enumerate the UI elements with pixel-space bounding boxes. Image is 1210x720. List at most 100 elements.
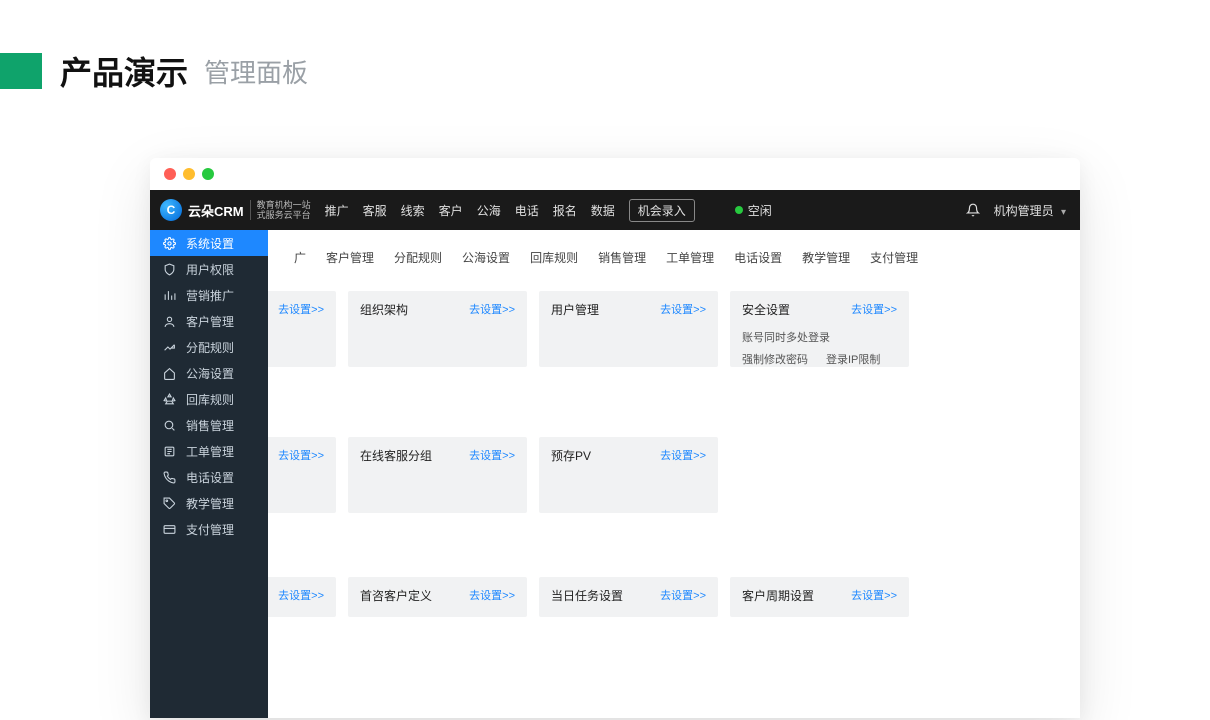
go-link[interactable]: 去设置>> — [469, 301, 515, 317]
topnav-item-2[interactable]: 线索 — [401, 202, 425, 219]
go-link[interactable]: 去设置>> — [660, 447, 706, 463]
go-link[interactable]: 去设置>> — [278, 587, 324, 603]
go-link[interactable]: 去设置>> — [660, 587, 706, 603]
tab-8[interactable]: 支付管理 — [860, 242, 928, 273]
sidebar-item-system-settings[interactable]: 系统设置 — [150, 230, 268, 256]
sidebar-item-ticket[interactable]: 工单管理 — [150, 438, 268, 464]
topbar: C 云朵CRM 教育机构一站 式服务云平台 推广 客服 线索 客户 公海 电话 … — [150, 190, 1080, 230]
tab-5[interactable]: 工单管理 — [656, 242, 724, 273]
topnav-item-4[interactable]: 公海 — [477, 202, 501, 219]
app-window: C 云朵CRM 教育机构一站 式服务云平台 推广 客服 线索 客户 公海 电话 … — [150, 158, 1080, 718]
card-r3-c1[interactable]: 首咨客户定义 去设置>> — [348, 577, 527, 617]
go-link[interactable]: 去设置>> — [660, 301, 706, 317]
card-title: 客户周期设置 — [742, 589, 814, 603]
content: 广 客户管理 分配规则 公海设置 回库规则 销售管理 工单管理 电话设置 教学管… — [150, 230, 1080, 718]
sub-2[interactable]: 登录IP限制 — [826, 351, 880, 367]
topnav-item-5[interactable]: 电话 — [515, 202, 539, 219]
page-title-main: 产品演示 — [60, 48, 188, 94]
sidebar-item-user-perm[interactable]: 用户权限 — [150, 256, 268, 282]
card-title: 当日任务设置 — [551, 589, 623, 603]
settings-icon — [162, 236, 176, 250]
accent-block — [0, 53, 42, 89]
tab-2[interactable]: 公海设置 — [452, 242, 520, 273]
sidebar-item-return-rule[interactable]: 回库规则 — [150, 386, 268, 412]
sidebar-label: 电话设置 — [186, 469, 234, 486]
shield-icon — [162, 262, 176, 276]
chevron-down-icon: ▾ — [1061, 207, 1066, 218]
sidebar-label: 销售管理 — [186, 417, 234, 434]
sidebar-label: 用户权限 — [186, 261, 234, 278]
tab-3[interactable]: 回库规则 — [520, 242, 588, 273]
maximize-dot[interactable] — [202, 168, 214, 180]
topnav-item-3[interactable]: 客户 — [439, 202, 463, 219]
tab-4[interactable]: 销售管理 — [588, 242, 656, 273]
user-menu[interactable]: 机构管理员 ▾ — [994, 202, 1066, 219]
brand-name: 云朵CRM — [188, 201, 244, 220]
close-dot[interactable] — [164, 168, 176, 180]
user-icon — [162, 314, 176, 328]
phone-icon — [162, 470, 176, 484]
go-link[interactable]: 去设置>> — [851, 301, 897, 317]
topnav-item-1[interactable]: 客服 — [363, 202, 387, 219]
topnav-item-6[interactable]: 报名 — [553, 202, 577, 219]
sidebar-label: 分配规则 — [186, 339, 234, 356]
import-button[interactable]: 机会录入 — [629, 199, 695, 222]
card-r3-c2[interactable]: 当日任务设置 去设置>> — [539, 577, 718, 617]
sub-0[interactable]: 账号同时多处登录 — [742, 329, 880, 345]
card-r1-c2[interactable]: 用户管理 去设置>> — [539, 291, 718, 367]
sidebar-label: 系统设置 — [186, 235, 234, 252]
go-link[interactable]: 去设置>> — [851, 587, 897, 603]
card-r1-c3[interactable]: 安全设置 去设置>> 账号同时多处登录 强制修改密码 登录IP限制 — [730, 291, 909, 367]
sidebar-item-assign-rule[interactable]: 分配规则 — [150, 334, 268, 360]
ticket-icon — [162, 444, 176, 458]
card-r1-c1[interactable]: 组织架构 去设置>> — [348, 291, 527, 367]
tab-partial[interactable]: 广 — [284, 242, 316, 273]
tab-1[interactable]: 分配规则 — [384, 242, 452, 273]
recycle-icon — [162, 392, 176, 406]
minimize-dot[interactable] — [183, 168, 195, 180]
card-title: 首咨客户定义 — [360, 589, 432, 603]
brand-logo-icon: C — [160, 199, 182, 221]
sidebar-label: 客户管理 — [186, 313, 234, 330]
bell-icon[interactable] — [966, 203, 980, 217]
sidebar-item-public-sea[interactable]: 公海设置 — [150, 360, 268, 386]
sidebar-label: 公海设置 — [186, 365, 234, 382]
card-r2-c2[interactable]: 预存PV 去设置>> — [539, 437, 718, 513]
house-icon — [162, 366, 176, 380]
topnav-item-0[interactable]: 推广 — [325, 202, 349, 219]
topbar-right: 机构管理员 ▾ — [966, 202, 1066, 219]
card-title: 用户管理 — [551, 303, 599, 317]
mac-titlebar — [150, 158, 1080, 190]
go-link[interactable]: 去设置>> — [469, 447, 515, 463]
sidebar-item-sales[interactable]: 销售管理 — [150, 412, 268, 438]
sidebar-label: 工单管理 — [186, 443, 234, 460]
status-pill[interactable]: 空闲 — [735, 202, 772, 219]
topnav-item-7[interactable]: 数据 — [591, 202, 615, 219]
app-body: 广 客户管理 分配规则 公海设置 回库规则 销售管理 工单管理 电话设置 教学管… — [150, 230, 1080, 718]
sidebar-label: 教学管理 — [186, 495, 234, 512]
sale-icon — [162, 418, 176, 432]
tab-7[interactable]: 教学管理 — [792, 242, 860, 273]
chart-icon — [162, 288, 176, 302]
sidebar-item-payment[interactable]: 支付管理 — [150, 516, 268, 542]
tag-icon — [162, 496, 176, 510]
sidebar-item-marketing[interactable]: 营销推广 — [150, 282, 268, 308]
go-link[interactable]: 去设置>> — [278, 447, 324, 463]
card-row-1: 去设置>> 组织架构 去设置>> 用户管理 去设置>> 安全设置 去设置>> — [214, 291, 1072, 367]
card-title: 组织架构 — [360, 303, 408, 317]
status-label: 空闲 — [748, 202, 772, 219]
status-dot-icon — [735, 206, 743, 214]
brand[interactable]: C 云朵CRM 教育机构一站 式服务云平台 — [160, 199, 311, 221]
cards-area: 去设置>> 组织架构 去设置>> 用户管理 去设置>> 安全设置 去设置>> — [150, 273, 1080, 617]
card-r2-c1[interactable]: 在线客服分组 去设置>> — [348, 437, 527, 513]
sub-1[interactable]: 强制修改密码 — [742, 351, 808, 367]
tab-0[interactable]: 客户管理 — [316, 242, 384, 273]
sidebar-item-customer[interactable]: 客户管理 — [150, 308, 268, 334]
go-link[interactable]: 去设置>> — [469, 587, 515, 603]
go-link[interactable]: 去设置>> — [278, 301, 324, 317]
rule-icon — [162, 340, 176, 354]
tab-6[interactable]: 电话设置 — [724, 242, 792, 273]
sidebar-item-teaching[interactable]: 教学管理 — [150, 490, 268, 516]
sidebar-item-phone[interactable]: 电话设置 — [150, 464, 268, 490]
card-r3-c3[interactable]: 客户周期设置 去设置>> — [730, 577, 909, 617]
